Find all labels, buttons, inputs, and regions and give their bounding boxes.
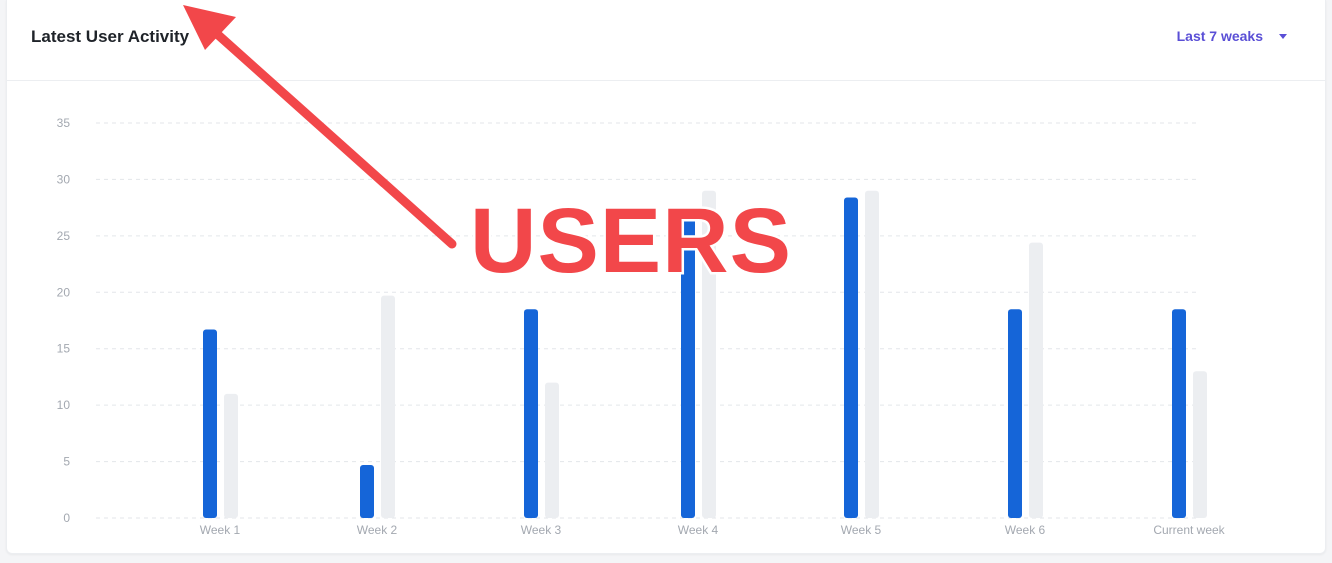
x-tick-label: Week 1 [200, 523, 241, 537]
bar-secondary[interactable] [865, 190, 879, 518]
bar-secondary[interactable] [545, 382, 559, 518]
y-axis: 0 5 10 15 20 25 30 35 [57, 116, 71, 525]
y-tick-label: 10 [57, 398, 71, 412]
bar-secondary[interactable] [1193, 371, 1207, 518]
y-tick-label: 5 [63, 455, 70, 469]
x-tick-label: Current week [1153, 523, 1225, 537]
bar-primary[interactable] [844, 197, 858, 518]
annotation-overlay: USERS [183, 5, 793, 295]
y-tick-label: 25 [57, 229, 71, 243]
bar-primary[interactable] [1008, 309, 1022, 518]
users-overlay-text: USERS [470, 190, 792, 292]
bar-chart: 05101520253035 Week 1 Week 2 Week 3 Week 4W… [57, 5, 1226, 537]
bar-secondary[interactable] [381, 295, 395, 518]
y-tick-label: 15 [57, 342, 71, 356]
y-tick-label: 20 [57, 285, 71, 299]
x-tick-label: Week 5 [841, 523, 882, 537]
x-axis: Week 1 Week 2 Week 3 Week 4 Week 5 Week 6 Curr… [200, 523, 1226, 537]
y-tick-label: 0 [63, 511, 70, 525]
x-tick-label: Week 2 [357, 523, 398, 537]
bar-primary[interactable] [1172, 309, 1186, 518]
bar-primary[interactable] [524, 309, 538, 518]
bar-secondary[interactable] [1029, 242, 1043, 518]
x-tick-label: Week 4 [678, 523, 719, 537]
x-tick-label: Week 3 [521, 523, 562, 537]
bar-secondary[interactable] [224, 393, 238, 518]
red-arrow-icon [211, 28, 457, 249]
y-tick-label: 30 [57, 172, 71, 186]
bar-primary[interactable] [203, 329, 217, 518]
y-tick-label: 35 [57, 116, 71, 130]
x-tick-label: Week 6 [1005, 523, 1046, 537]
bar-primary[interactable] [360, 464, 374, 518]
